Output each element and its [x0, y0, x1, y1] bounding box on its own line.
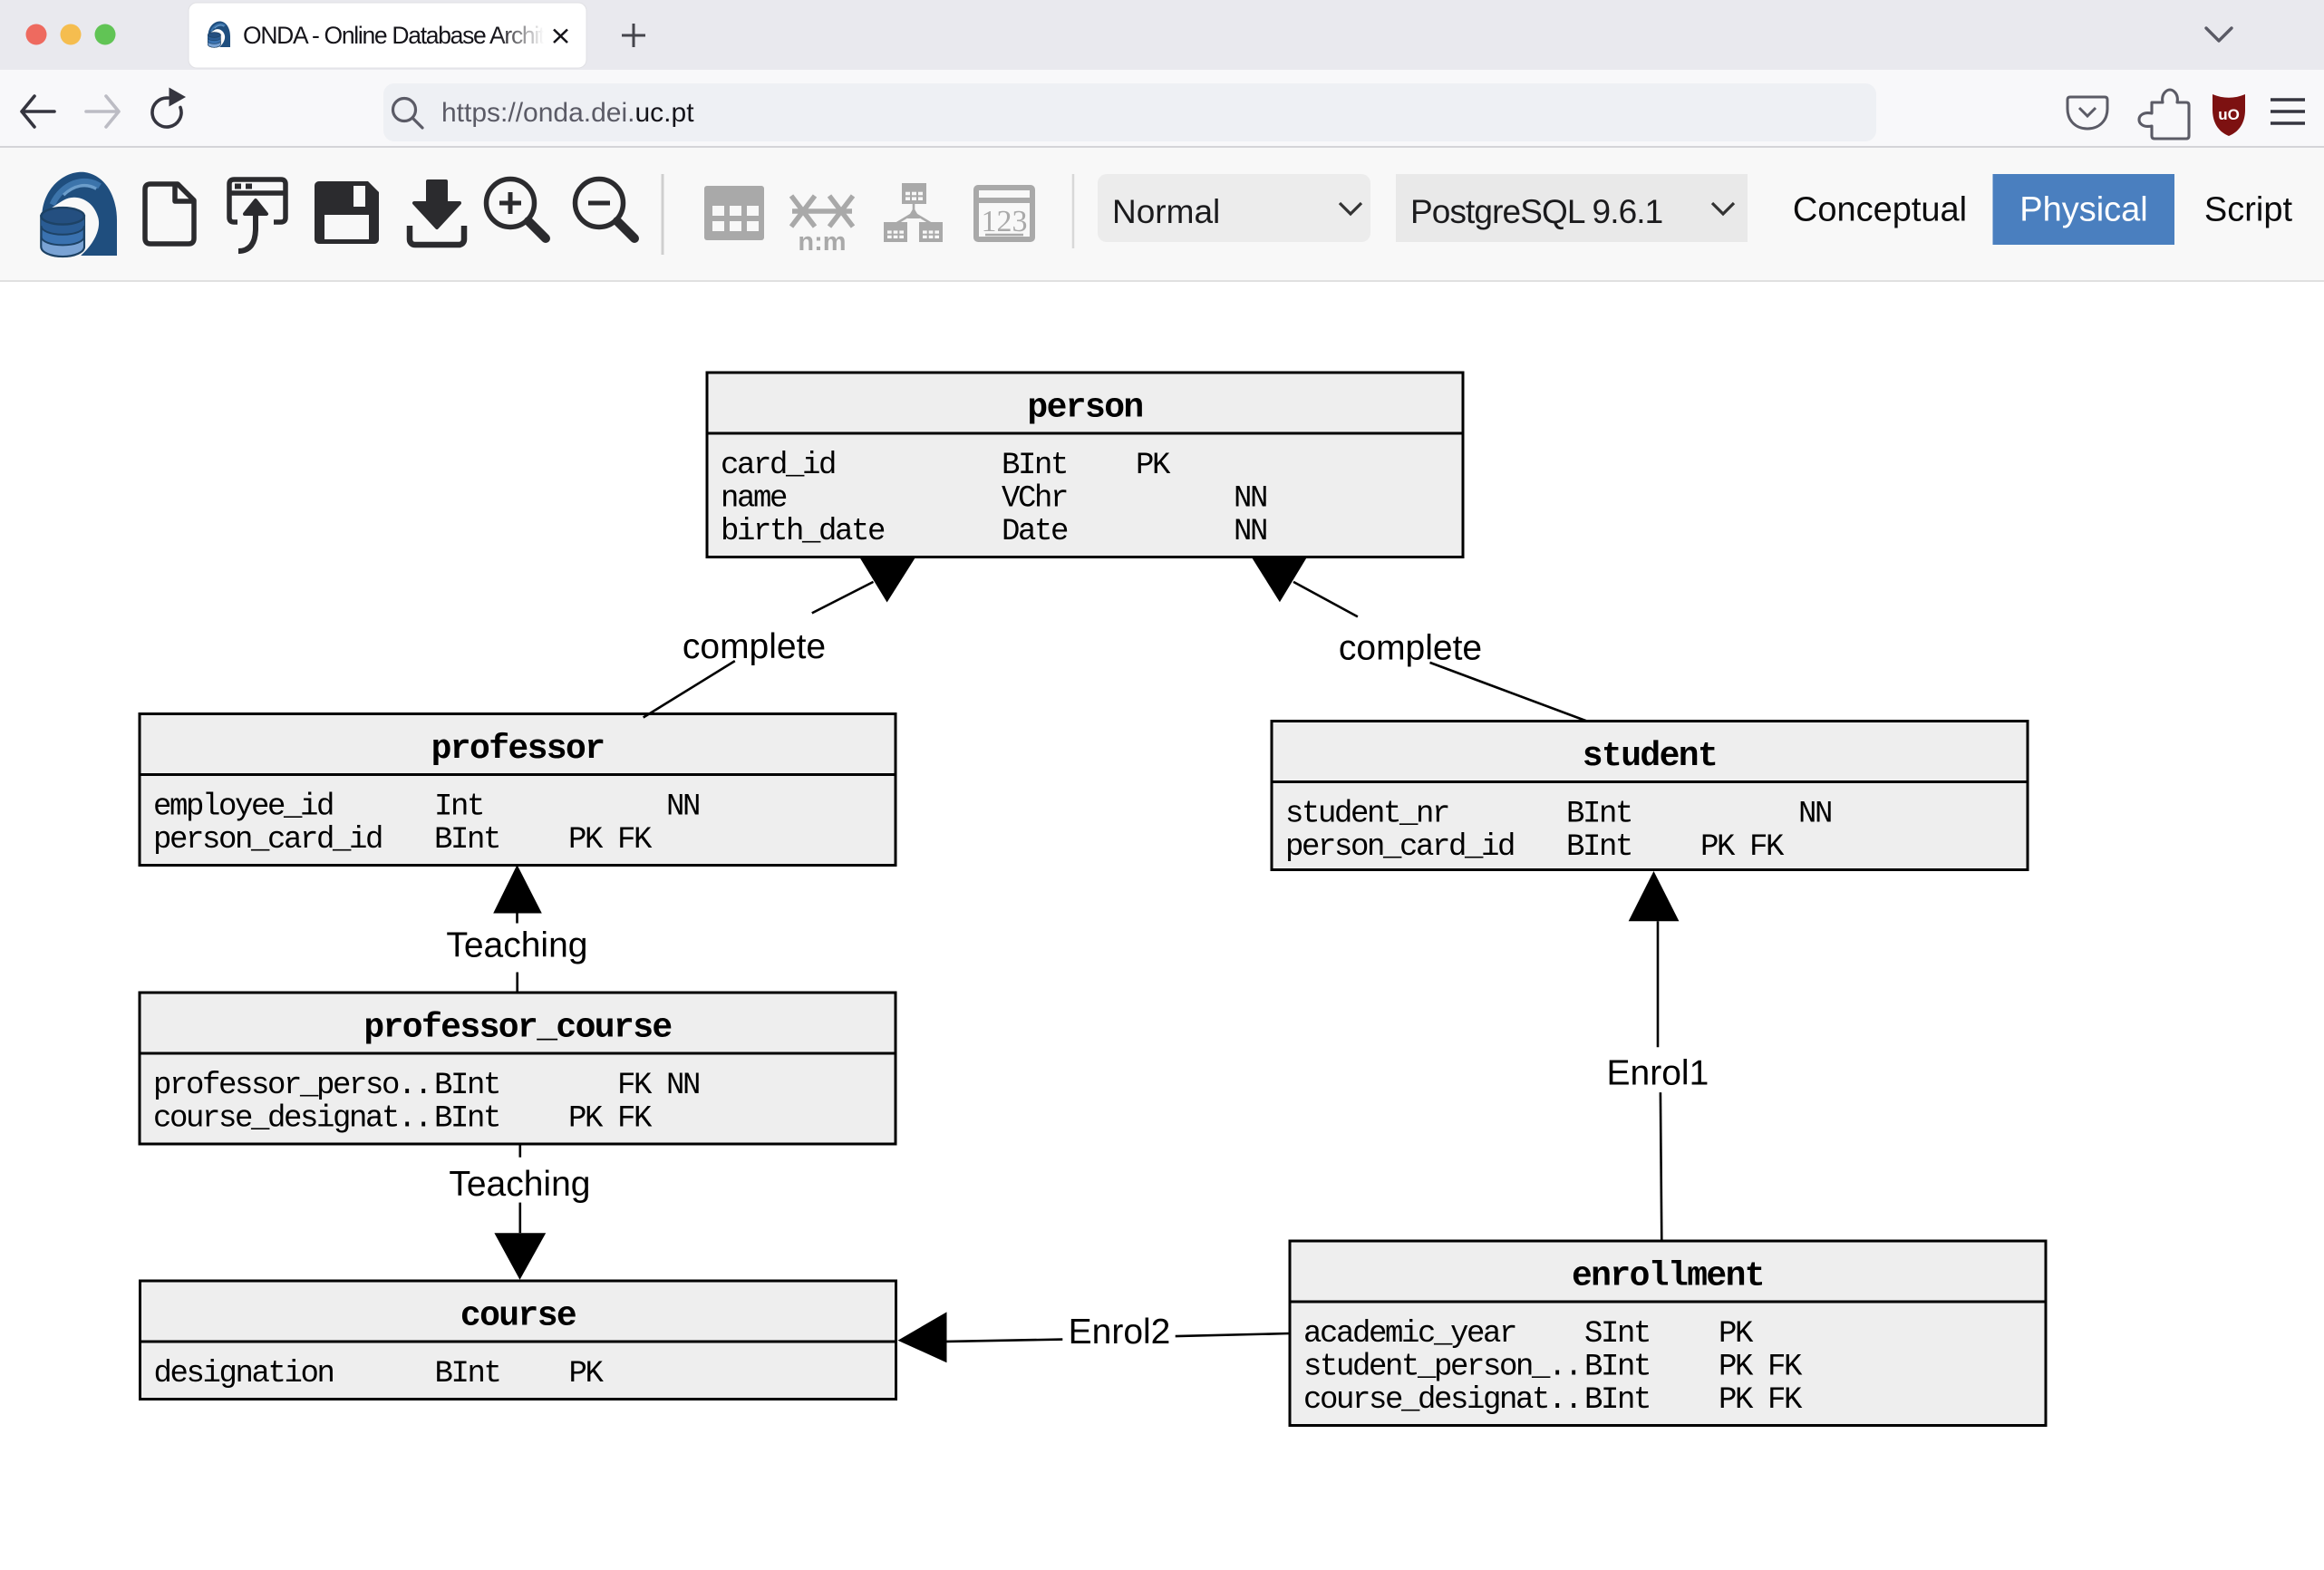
svg-text:BInt: BInt: [434, 823, 499, 858]
svg-text:PK: PK: [1719, 1317, 1754, 1352]
svg-text:PK: PK: [568, 823, 604, 858]
svg-text:complete: complete: [1339, 629, 1482, 668]
svg-text:NN: NN: [666, 1069, 699, 1103]
svg-text:person_card_id: person_card_id: [1285, 830, 1514, 865]
svg-text:course: course: [460, 1297, 576, 1336]
svg-text:123: 123: [982, 205, 1028, 238]
svg-text:FK: FK: [617, 1069, 653, 1103]
svg-text:Enrol1: Enrol1: [1607, 1053, 1709, 1092]
svg-text:n:m: n:m: [798, 228, 846, 257]
svg-text:FK: FK: [617, 823, 653, 858]
svg-text:BInt: BInt: [1002, 449, 1067, 483]
svg-text:Enrol2: Enrol2: [1069, 1313, 1171, 1352]
svg-text:complete: complete: [683, 627, 826, 666]
svg-text:birth_date: birth_date: [721, 515, 885, 549]
svg-text:Conceptual: Conceptual: [1793, 191, 1967, 229]
svg-text:NN: NN: [1234, 482, 1266, 517]
svg-text:person: person: [1027, 389, 1142, 428]
svg-text:FK: FK: [1749, 830, 1785, 865]
svg-text:Int: Int: [434, 790, 483, 825]
svg-text:FK: FK: [617, 1102, 653, 1137]
svg-text:Normal: Normal: [1112, 193, 1220, 230]
svg-text:course_designat..: course_designat..: [1303, 1383, 1581, 1418]
svg-text:SInt: SInt: [1584, 1317, 1650, 1352]
svg-text:NN: NN: [1798, 798, 1831, 832]
svg-text:professor_perso..: professor_perso..: [153, 1069, 431, 1103]
svg-text:academic_year: academic_year: [1303, 1317, 1515, 1352]
svg-text:uO: uO: [2218, 106, 2240, 123]
svg-text:professor: professor: [431, 730, 605, 769]
svg-text:course_designat..: course_designat..: [153, 1102, 431, 1137]
svg-text:student: student: [1583, 737, 1717, 776]
svg-text:employee_id: employee_id: [153, 790, 333, 825]
svg-text:BInt: BInt: [434, 1102, 499, 1137]
svg-text:FK: FK: [1767, 1383, 1803, 1418]
svg-text:BInt: BInt: [435, 1357, 500, 1391]
svg-text:VChr: VChr: [1002, 482, 1067, 517]
svg-text:Physical: Physical: [2019, 191, 2148, 229]
svg-text:Script: Script: [2204, 191, 2293, 229]
svg-text:Teaching: Teaching: [446, 926, 587, 964]
svg-text:https://onda.dei.uc.pt: https://onda.dei.uc.pt: [441, 98, 694, 128]
svg-text:professor_course: professor_course: [363, 1009, 671, 1048]
svg-text:PK: PK: [1136, 449, 1171, 483]
svg-text:Teaching: Teaching: [449, 1165, 590, 1204]
svg-text:FK: FK: [1767, 1351, 1803, 1385]
svg-text:student_person_..: student_person_..: [1303, 1351, 1581, 1385]
svg-text:PK: PK: [1719, 1351, 1754, 1385]
svg-text:PostgreSQL 9.6.1: PostgreSQL 9.6.1: [1410, 193, 1662, 230]
svg-text:person_card_id: person_card_id: [153, 823, 382, 858]
svg-text:BInt: BInt: [1566, 830, 1632, 865]
svg-text:BInt: BInt: [1584, 1351, 1650, 1385]
svg-text:PK: PK: [569, 1357, 605, 1391]
svg-text:PK: PK: [1719, 1383, 1754, 1418]
svg-text:designation: designation: [154, 1357, 334, 1391]
svg-text:enrollment: enrollment: [1572, 1257, 1764, 1296]
svg-text:BInt: BInt: [1566, 798, 1632, 832]
svg-text:name: name: [721, 482, 787, 517]
svg-text:BInt: BInt: [434, 1069, 499, 1103]
svg-text:BInt: BInt: [1584, 1383, 1650, 1418]
svg-text:NN: NN: [666, 790, 699, 825]
svg-text:NN: NN: [1234, 515, 1266, 549]
svg-text:PK: PK: [1700, 830, 1736, 865]
svg-text:card_id: card_id: [721, 449, 835, 483]
svg-text:PK: PK: [568, 1102, 604, 1137]
svg-text:Date: Date: [1002, 515, 1068, 549]
svg-text:ONDA - Online Database Archite: ONDA - Online Database Archite: [243, 22, 557, 49]
svg-text:student_nr: student_nr: [1285, 798, 1448, 832]
